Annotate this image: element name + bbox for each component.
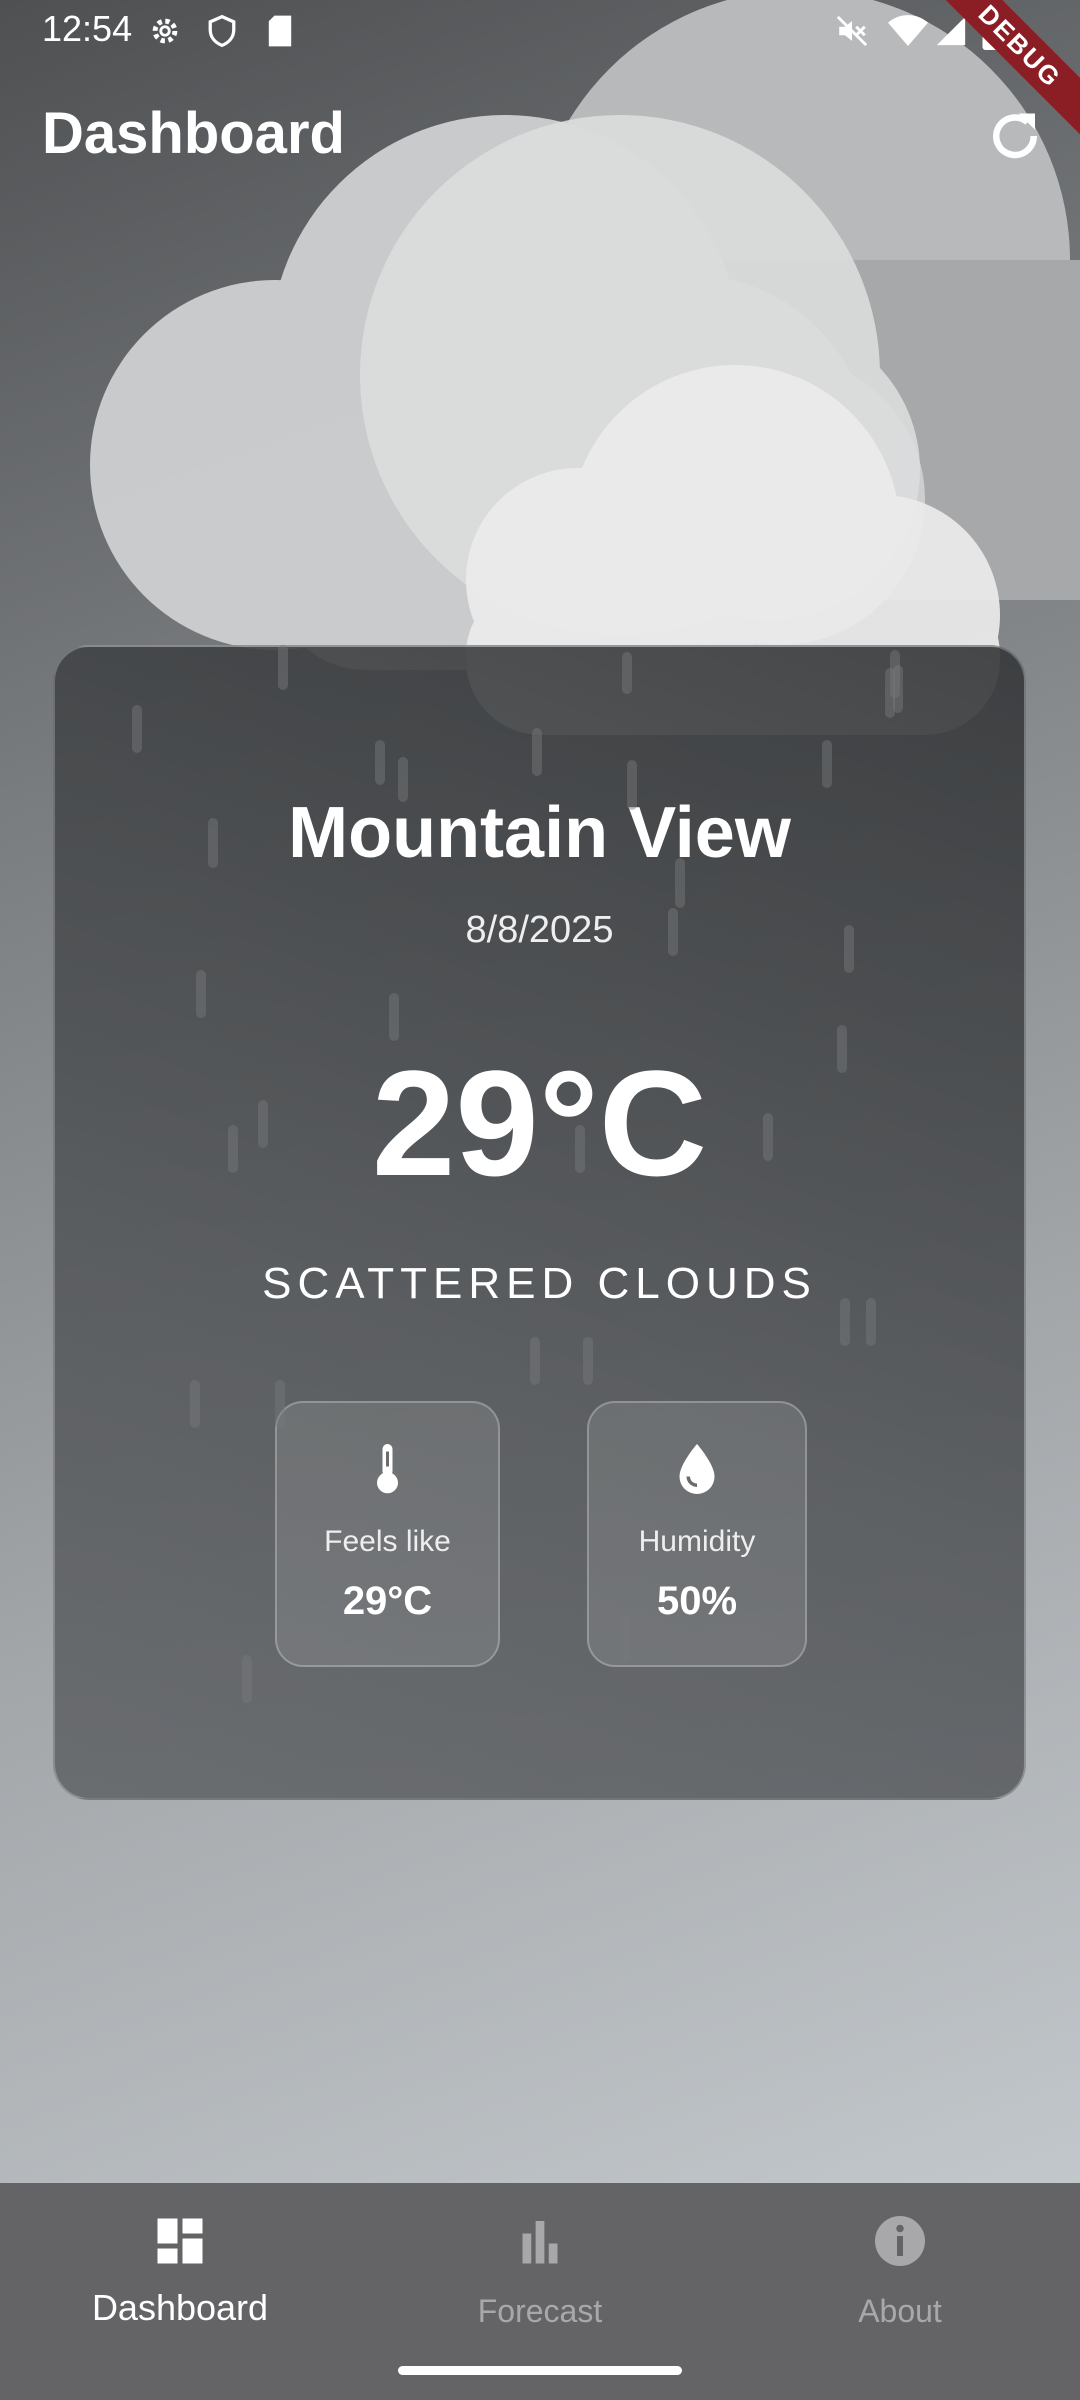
- bottom-navigation: Dashboard Forecast About: [0, 2183, 1080, 2400]
- humidity-card: Humidity 50%: [587, 1401, 807, 1667]
- bar-chart-icon: [522, 2221, 558, 2264]
- status-time: 12:54: [42, 8, 133, 49]
- weather-description: SCATTERED CLOUDS: [262, 1259, 817, 1308]
- wifi-icon: [888, 15, 928, 46]
- refresh-button[interactable]: [985, 106, 1045, 166]
- info-icon: [875, 2216, 925, 2266]
- nav-label-dashboard: Dashboard: [91, 2287, 269, 2328]
- sd-card-icon: [268, 15, 292, 47]
- feels-like-card: Feels like 29°C: [275, 1401, 500, 1667]
- shield-icon: [208, 14, 236, 48]
- humidity-value: 50%: [656, 1579, 738, 1623]
- nav-item-forecast[interactable]: Forecast: [360, 2183, 720, 2373]
- dashboard-icon: [157, 2218, 203, 2264]
- nav-label-forecast: Forecast: [477, 2293, 603, 2329]
- water-drop-icon: [679, 1444, 715, 1494]
- nav-label-about: About: [858, 2293, 942, 2329]
- mute-icon: [836, 15, 868, 47]
- thermometer-icon: [377, 1444, 398, 1494]
- settings-icon: [152, 18, 178, 44]
- weather-card: Mountain View 8/8/2025 29°C SCATTERED CL…: [53, 645, 1026, 1800]
- city-name: Mountain View: [288, 793, 791, 873]
- nav-item-dashboard[interactable]: Dashboard: [0, 2183, 360, 2373]
- status-bar: 12:54 DEBUG: [0, 0, 1080, 145]
- feels-like-value: 29°C: [342, 1579, 433, 1623]
- feels-like-label: Feels like: [324, 1525, 451, 1558]
- home-indicator: [398, 2366, 682, 2375]
- humidity-label: Humidity: [638, 1525, 756, 1558]
- page-title: Dashboard: [42, 101, 345, 166]
- temperature-value: 29°C: [371, 1039, 708, 1207]
- date-text: 8/8/2025: [465, 909, 614, 951]
- nav-item-about[interactable]: About: [720, 2183, 1080, 2373]
- signal-icon: [936, 16, 966, 46]
